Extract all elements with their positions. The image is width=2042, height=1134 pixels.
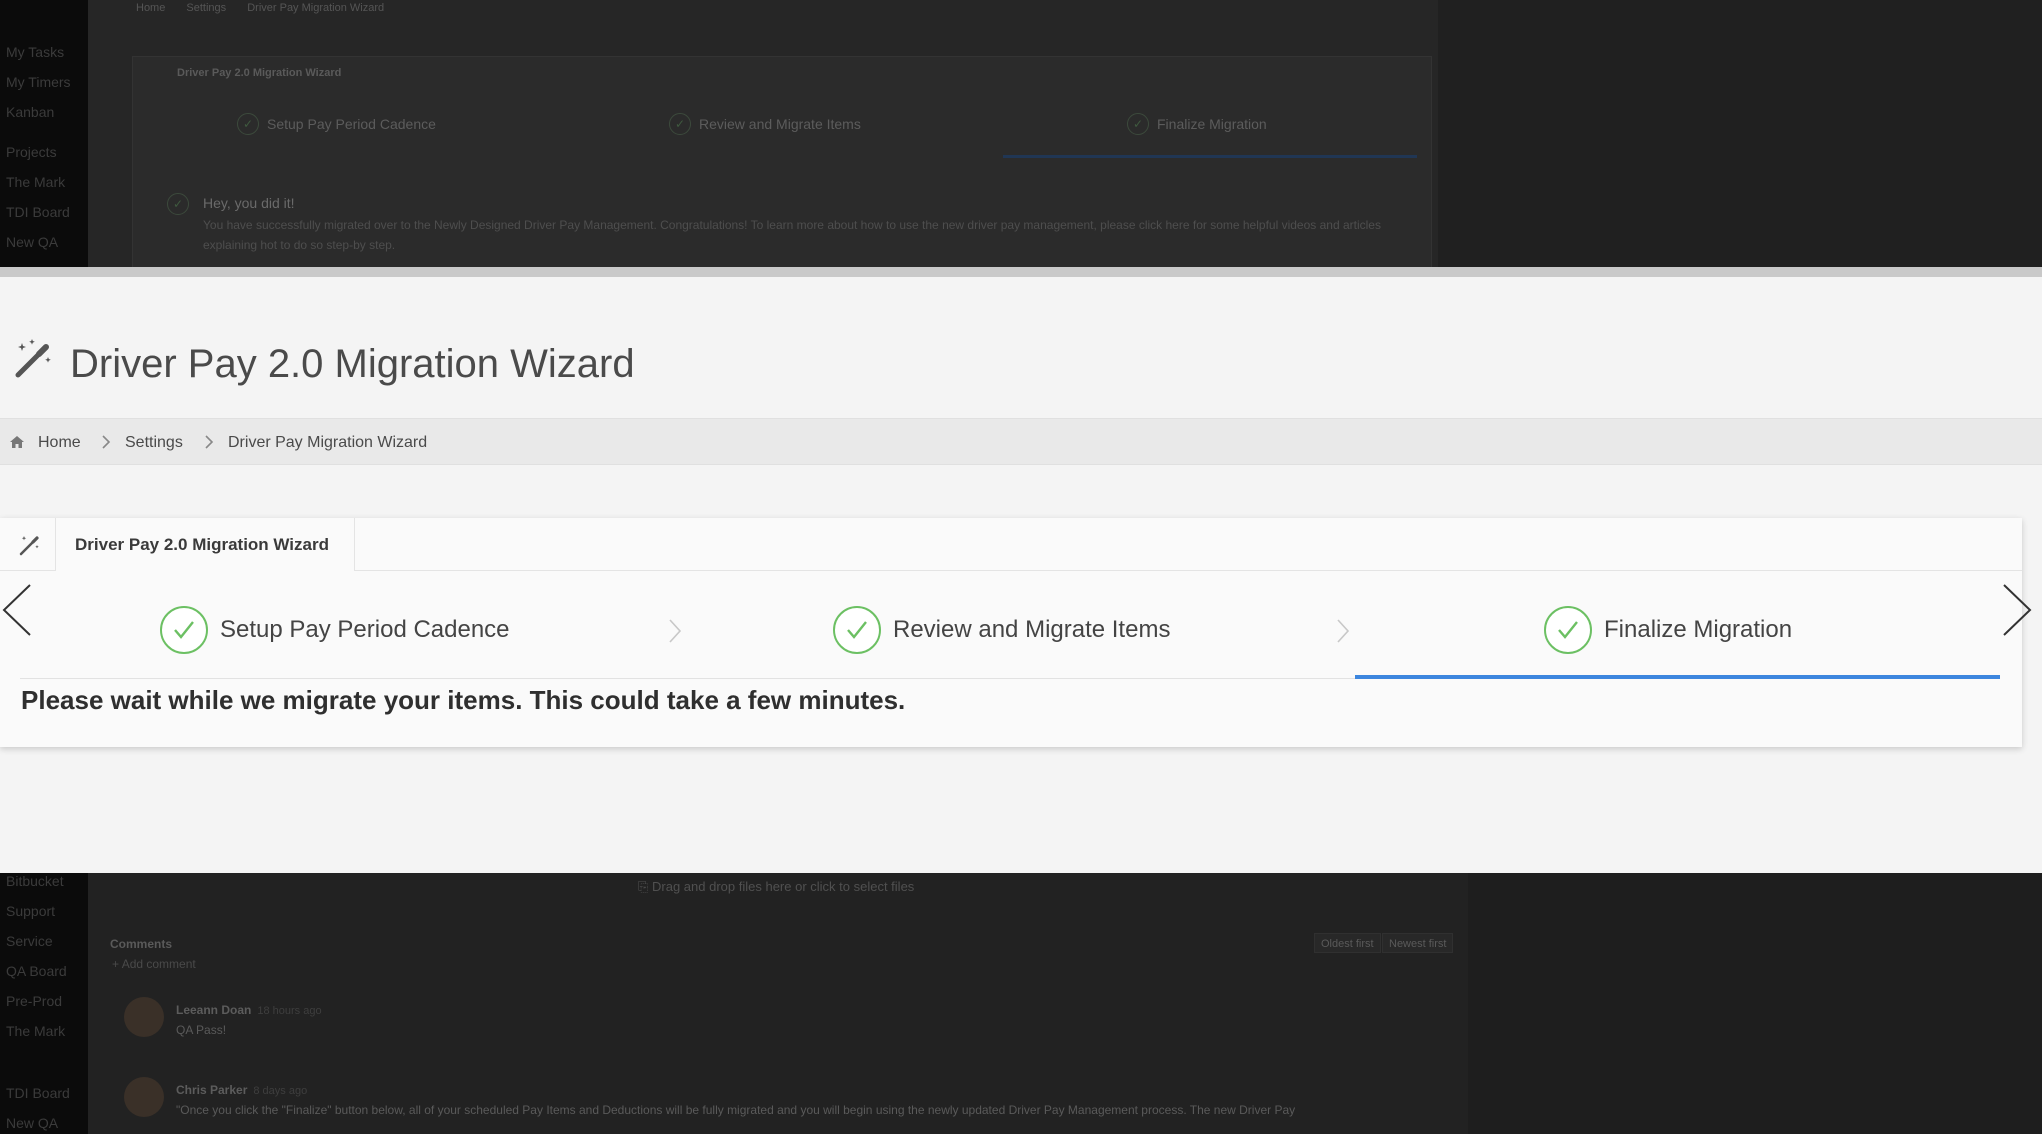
previous-arrow-icon[interactable]	[0, 583, 34, 637]
bg-step-label: Finalize Migration	[1157, 116, 1267, 132]
comment-time: 18 hours ago	[257, 1005, 322, 1017]
check-circle-icon	[833, 606, 881, 654]
bg-step-label: Setup Pay Period Cadence	[267, 116, 436, 132]
bg-active-step-underline	[1003, 155, 1417, 158]
bg-sidebar-item: TDI Board	[6, 204, 70, 220]
bg-sidebar-item: Projects	[6, 144, 57, 160]
bg-sidebar-item: The Mark	[6, 174, 66, 190]
check-icon: ✓	[237, 113, 259, 135]
wizard-panel: Driver Pay 2.0 Migration Wizard Setup Pa…	[0, 518, 2022, 747]
add-comment-label: Add comment	[121, 957, 196, 971]
check-circle-icon	[160, 606, 208, 654]
sort-newest-button: Newest first	[1382, 933, 1454, 953]
active-step-indicator	[1355, 675, 2000, 679]
dropzone-label: Drag and drop files here or click to sel…	[652, 879, 915, 894]
bg-sidebar-item: New QA	[6, 1115, 59, 1131]
bg-sidebar-item: The Mark	[6, 1023, 66, 1039]
step-label: Review and Migrate Items	[893, 616, 1171, 643]
avatar	[124, 997, 164, 1037]
bg-sidebar-item: Pre-Prod	[6, 993, 63, 1009]
background-main: ⎘ Drag and drop files here or click to s…	[88, 873, 1468, 1134]
bg-step-label: Review and Migrate Items	[699, 116, 861, 132]
paperclip-icon: ⎘	[638, 879, 653, 894]
breadcrumb: Home Settings Driver Pay Migration Wizar…	[0, 418, 2042, 465]
author-name: Chris Parker	[176, 1083, 248, 1097]
bg-sidebar-item: Bitbucket	[6, 873, 64, 889]
comment-text: QA Pass!	[176, 1023, 227, 1037]
step-label: Setup Pay Period Cadence	[220, 616, 510, 643]
bg-crumb: Driver Pay Migration Wizard	[247, 2, 385, 14]
bg-crumb: Settings	[186, 2, 227, 14]
bg-success-title: Hey, you did it!	[203, 195, 295, 211]
home-icon[interactable]	[10, 436, 24, 448]
bg-step: ✓ Setup Pay Period Cadence	[237, 113, 436, 135]
bg-panel-title: Driver Pay 2.0 Migration Wizard	[177, 67, 342, 79]
breadcrumb-settings[interactable]: Settings	[125, 434, 183, 452]
chevron-right-icon	[669, 619, 682, 643]
chevron-right-icon	[205, 435, 214, 449]
migration-status-message: Please wait while we migrate your items.…	[21, 685, 906, 715]
bg-step: ✓ Review and Migrate Items	[669, 113, 861, 135]
comment-text: "Once you click the "Finalize" button be…	[176, 1103, 1296, 1117]
bg-sidebar-item: My Timers	[6, 74, 71, 90]
check-icon: ✓	[167, 193, 189, 215]
check-icon: ✓	[1127, 113, 1149, 135]
step-finalize-migration[interactable]: Finalize Migration	[1544, 606, 1792, 654]
comment-time: 8 days ago	[253, 1085, 308, 1097]
file-dropzone: ⎘ Drag and drop files here or click to s…	[638, 879, 914, 895]
chevron-right-icon	[102, 435, 111, 449]
bg-sidebar-item: New QA	[6, 234, 59, 250]
bg-sidebar-item: Kanban	[6, 104, 55, 120]
bg-crumb: Home	[136, 2, 166, 14]
sort-oldest-button: Oldest first	[1314, 933, 1381, 953]
bg-sidebar-item: Support	[6, 903, 56, 919]
bg-sidebar-item: TDI Board	[6, 1085, 70, 1101]
bg-sidebar-item: QA Board	[6, 963, 67, 979]
bg-step: ✓ Finalize Migration	[1127, 113, 1267, 135]
chevron-right-icon	[1337, 619, 1350, 643]
breadcrumb-home[interactable]: Home	[38, 434, 81, 452]
check-circle-icon	[1544, 606, 1592, 654]
bg-sidebar-item: My Tasks	[6, 44, 65, 60]
bg-breadcrumb: Home Settings Driver Pay Migration Wizar…	[136, 2, 402, 14]
plus-icon: +	[112, 957, 122, 971]
comment-author: Leeann Doan 18 hours ago	[176, 1003, 322, 1017]
check-icon: ✓	[669, 113, 691, 135]
background-sidebar: My Tasks My Timers Kanban Projects The M…	[0, 0, 88, 267]
panel-tab-label: Driver Pay 2.0 Migration Wizard	[75, 535, 329, 554]
step-setup-pay-period[interactable]: Setup Pay Period Cadence	[160, 606, 510, 654]
author-name: Leeann Doan	[176, 1003, 252, 1017]
panel-tab[interactable]: Driver Pay 2.0 Migration Wizard	[56, 518, 355, 571]
panel-tab-icon-cell	[0, 518, 56, 571]
magic-wand-icon	[19, 536, 39, 556]
step-label: Finalize Migration	[1604, 616, 1793, 643]
add-comment-link: + Add comment	[112, 957, 196, 971]
bg-wizard-panel: Driver Pay 2.0 Migration Wizard ✓ Setup P…	[132, 56, 1432, 267]
bg-success-body: You have successfully migrated over to t…	[203, 218, 1381, 252]
next-arrow-icon[interactable]	[2000, 583, 2034, 637]
background-page-bottom: Bitbucket Support Service QA Board Pre-P…	[0, 873, 2042, 1134]
panel-tabbar: Driver Pay 2.0 Migration Wizard	[0, 518, 2022, 571]
page-header: Driver Pay 2.0 Migration Wizard	[0, 277, 2042, 418]
background-main: Home Settings Driver Pay Migration Wizar…	[88, 0, 1438, 267]
comments-heading: Comments	[110, 937, 173, 951]
page-title: Driver Pay 2.0 Migration Wizard	[70, 342, 635, 386]
avatar	[124, 1077, 164, 1117]
magic-wand-icon	[15, 339, 51, 378]
breadcrumb-current: Driver Pay Migration Wizard	[228, 434, 428, 451]
wizard-view: Driver Pay 2.0 Migration Wizard Home Set…	[0, 267, 2042, 873]
background-sidebar: Bitbucket Support Service QA Board Pre-P…	[0, 873, 88, 1134]
comment-author: Chris Parker 8 days ago	[176, 1083, 307, 1097]
bg-steps: ✓ Setup Pay Period Cadence ✓ Review and Mi…	[133, 113, 1431, 157]
step-review-migrate[interactable]: Review and Migrate Items	[833, 606, 1170, 654]
wizard-steps: Setup Pay Period Cadence Review and Migr…	[20, 571, 2000, 679]
bg-sidebar-item: Service	[6, 933, 53, 949]
background-page-top: My Tasks My Timers Kanban Projects The M…	[0, 0, 2042, 267]
